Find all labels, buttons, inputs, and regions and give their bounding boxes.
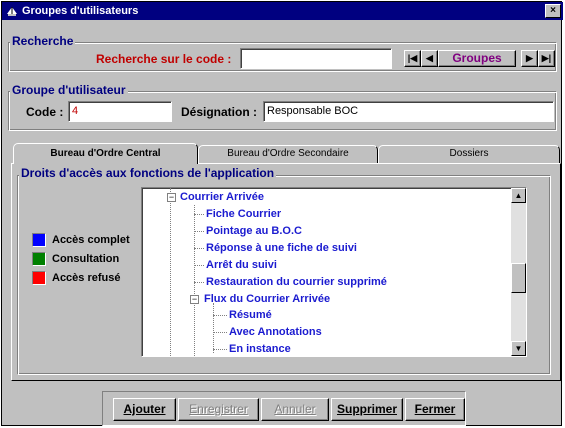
legend-consultation-swatch	[32, 252, 46, 266]
fermer-button[interactable]: Fermer	[405, 398, 465, 421]
next-record-icon: ▶	[526, 53, 533, 63]
nav-last-button[interactable]: ▶|	[538, 50, 555, 67]
recherche-code-label: Recherche sur le code :	[96, 52, 232, 66]
tree-line	[170, 188, 171, 356]
prev-record-icon: ◀	[426, 53, 433, 63]
tree-line	[194, 248, 204, 249]
tree-line	[213, 315, 227, 316]
code-label: Code :	[26, 105, 64, 119]
tree-node-flux-courrier-arrivee[interactable]: Flux du Courrier Arrivée	[204, 292, 330, 306]
tree-scrollbar[interactable]: ▲ ▼	[511, 188, 526, 356]
tree-node-avec-annotations[interactable]: Avec Annotations	[229, 325, 322, 339]
recherche-group-label: Recherche	[10, 34, 76, 48]
droits-group-label: Droits d'accès aux fonctions de l'applic…	[19, 166, 277, 180]
code-input[interactable]: 4	[68, 101, 172, 122]
tree-line	[194, 214, 204, 215]
tree-line	[213, 349, 227, 350]
tree-node-arret-suivi[interactable]: Arrêt du suivi	[206, 258, 277, 272]
scroll-thumb[interactable]	[511, 263, 526, 293]
legend-acces-complet-swatch	[32, 233, 46, 247]
close-button[interactable]: ×	[545, 4, 561, 18]
legend-acces-refuse-swatch	[32, 271, 46, 285]
legend-acces-refuse-label: Accès refusé	[52, 272, 121, 284]
tab-bureau-ordre-central[interactable]: Bureau d'Ordre Central	[13, 143, 198, 164]
tree-node-reponse-fiche-suivi[interactable]: Réponse à une fiche de suivi	[206, 241, 357, 255]
scroll-up-button[interactable]: ▲	[511, 188, 526, 203]
designation-label: Désignation :	[181, 105, 258, 119]
tree-node-fiche-courrier[interactable]: Fiche Courrier	[206, 207, 281, 221]
nav-current: Groupes	[438, 50, 516, 67]
scroll-down-icon: ▼	[514, 344, 523, 353]
collapse-icon[interactable]: −	[167, 193, 176, 202]
groupe-group-label: Groupe d'utilisateur	[10, 83, 128, 97]
title-bar: Groupes d'utilisateurs ×	[2, 2, 563, 20]
legend-consultation-label: Consultation	[52, 253, 120, 265]
supprimer-button[interactable]: Supprimer	[331, 398, 403, 421]
tree-line	[194, 282, 204, 283]
nav-current-label: Groupes	[452, 51, 502, 65]
permissions-tree[interactable]	[141, 187, 527, 357]
legend-acces-complet-label: Accès complet	[52, 234, 130, 246]
recherche-code-input[interactable]	[240, 48, 392, 69]
tree-line	[213, 332, 227, 333]
designation-input[interactable]: Responsable BOC	[263, 101, 554, 122]
annuler-button[interactable]: Annuler	[261, 398, 329, 421]
close-icon: ×	[550, 5, 556, 16]
tree-line	[194, 205, 195, 356]
nav-prev-button[interactable]: ◀	[421, 50, 438, 67]
tab-dossiers[interactable]: Dossiers	[378, 145, 560, 163]
tree-line	[213, 303, 214, 353]
tree-node-resume[interactable]: Résumé	[229, 308, 272, 322]
tree-line	[194, 265, 204, 266]
scroll-down-button[interactable]: ▼	[511, 341, 526, 356]
tree-node-pointage-boc[interactable]: Pointage au B.O.C	[206, 224, 302, 238]
tree-line	[194, 231, 204, 232]
window-title: Groupes d'utilisateurs	[22, 5, 139, 17]
enregistrer-button[interactable]: Enregistrer	[178, 398, 259, 421]
last-record-icon: ▶|	[541, 53, 552, 63]
app-icon	[7, 7, 17, 16]
nav-first-button[interactable]: |◀	[404, 50, 421, 67]
tree-node-en-instance[interactable]: En instance	[229, 342, 291, 356]
scroll-up-icon: ▲	[514, 191, 523, 200]
tab-bureau-ordre-secondaire[interactable]: Bureau d'Ordre Secondaire	[198, 145, 378, 163]
tree-node-courrier-arrivee[interactable]: Courrier Arrivée	[180, 190, 264, 204]
tree-node-restauration-courrier[interactable]: Restauration du courrier supprimé	[206, 275, 387, 289]
ajouter-button[interactable]: Ajouter	[113, 398, 176, 421]
nav-next-button[interactable]: ▶	[521, 50, 538, 67]
collapse-icon[interactable]: −	[190, 295, 199, 304]
first-record-icon: |◀	[407, 53, 418, 63]
